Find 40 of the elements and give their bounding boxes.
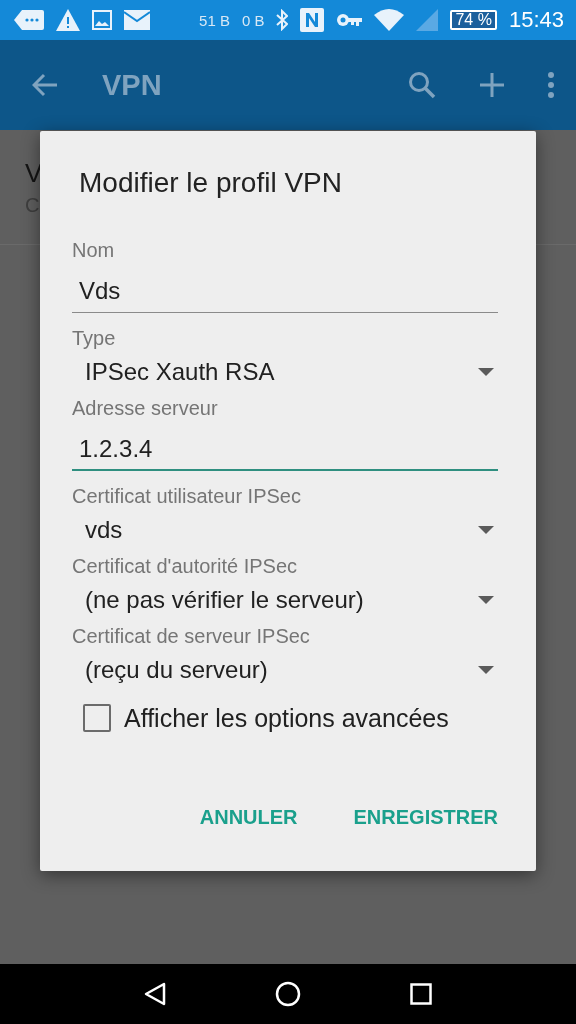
search-icon[interactable] — [408, 71, 436, 99]
field-label: Certificat de serveur IPSec — [72, 624, 310, 648]
upload-traffic: 51 B — [199, 11, 230, 29]
dialog-title: Modifier le profil VPN — [79, 166, 342, 200]
mail-icon — [124, 10, 150, 30]
recent-apps-icon[interactable] — [409, 983, 432, 1005]
message-icon — [14, 9, 44, 31]
key-icon — [336, 13, 363, 27]
dropdown[interactable]: (reçu du serveur) — [72, 648, 498, 692]
back-arrow-icon[interactable] — [32, 73, 58, 97]
dropdown-arrow-icon — [478, 526, 494, 534]
signal-icon — [416, 9, 439, 31]
warning-icon — [56, 9, 80, 31]
dropdown[interactable]: IPSec Xauth RSA — [72, 350, 498, 394]
checkbox-label[interactable]: Afficher les options avancées — [124, 703, 449, 733]
image-icon — [92, 10, 112, 30]
dropdown-arrow-icon — [478, 596, 494, 604]
nfc-icon — [300, 8, 325, 32]
field-label: Certificat d'autorité IPSec — [72, 554, 298, 578]
dropdown-arrow-icon — [478, 666, 494, 674]
dropdown[interactable]: vds — [72, 508, 498, 552]
dropdown[interactable]: (ne pas vérifier le serveur) — [72, 578, 498, 622]
dropdown-arrow-icon — [478, 368, 494, 376]
text-field[interactable]: 1.2.3.4 — [72, 420, 498, 471]
battery-indicator: 74 % — [450, 10, 497, 30]
bluetooth-icon — [276, 9, 289, 31]
wifi-icon — [374, 9, 405, 31]
field-label: Type — [72, 326, 116, 350]
back-icon[interactable] — [144, 982, 167, 1006]
download-traffic: 0 B — [241, 11, 265, 29]
add-icon[interactable] — [480, 73, 504, 97]
field-label: Adresse serveur — [72, 396, 218, 420]
checkbox[interactable] — [83, 704, 111, 732]
app-bar-title: VPN — [102, 68, 163, 102]
more-options-icon[interactable] — [548, 72, 554, 98]
field-label: Nom — [72, 238, 115, 262]
home-icon[interactable] — [275, 981, 301, 1007]
field-label: Certificat utilisateur IPSec — [72, 484, 301, 508]
clock: 15:43 — [508, 7, 564, 33]
text-field[interactable]: Vds — [72, 262, 498, 313]
